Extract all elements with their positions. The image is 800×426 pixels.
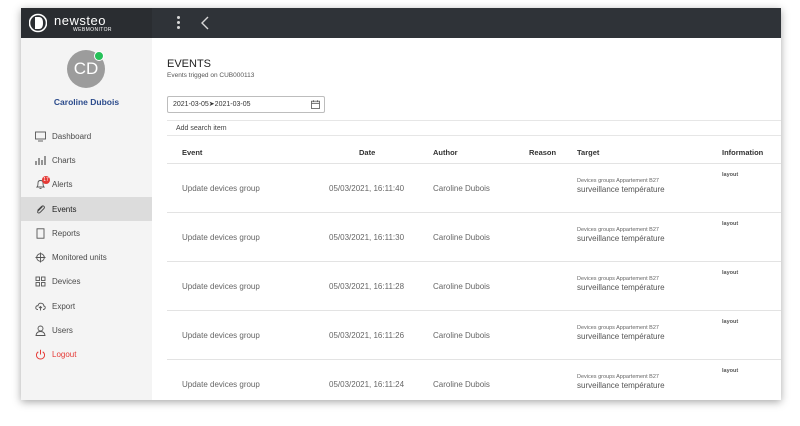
monitor-icon	[35, 131, 46, 142]
column-header-date[interactable]: Date	[359, 142, 375, 164]
power-icon	[35, 350, 46, 360]
author-cell: Caroline Dubois	[433, 281, 490, 291]
information-cell: layout	[722, 269, 739, 276]
target-name: surveillance température	[577, 233, 665, 243]
table-row[interactable]: Update devices group 05/03/2021, 16:11:2…	[167, 311, 781, 360]
newsteo-logo-icon	[29, 13, 47, 33]
sidebar-item-devices[interactable]: Devices	[21, 270, 152, 294]
table-row[interactable]: Update devices group 05/03/2021, 16:11:3…	[167, 213, 781, 262]
column-header-event[interactable]: Event	[182, 142, 202, 164]
search-input[interactable]: Add search item	[167, 120, 781, 136]
brand[interactable]: newsteo WEBMONITOR	[21, 8, 152, 38]
calendar-icon[interactable]	[311, 100, 320, 109]
sidebar-item-label: Export	[52, 301, 76, 311]
column-header-reason[interactable]: Reason	[529, 142, 556, 164]
sidebar-item-label: Users	[52, 326, 73, 336]
cloud-upload-icon	[35, 302, 46, 311]
target-cell: Devices groups Appartement B27 surveilla…	[577, 178, 665, 194]
table-header: Event Date Author Reason Target Informat…	[167, 142, 781, 164]
document-icon	[36, 228, 45, 239]
author-cell: Caroline Dubois	[433, 379, 490, 389]
sidebar-item-label: Monitored units	[52, 253, 107, 263]
information-cell: layout	[722, 367, 739, 374]
target-cell: Devices groups Appartement B27 surveilla…	[577, 227, 665, 243]
information-cell: layout	[722, 220, 739, 227]
author-cell: Caroline Dubois	[433, 232, 490, 242]
sidebar-item-label: Events	[52, 204, 77, 214]
sidebar-item-charts[interactable]: Charts	[21, 148, 152, 172]
sidebar-item-reports[interactable]: Reports	[21, 221, 152, 245]
page-title: EVENTS	[167, 58, 212, 70]
chevron-left-icon[interactable]	[199, 15, 213, 31]
target-name: surveillance température	[577, 331, 665, 341]
target-name: surveillance température	[577, 282, 665, 292]
date-cell: 05/03/2021, 16:11:26	[329, 330, 405, 340]
bar-chart-icon	[35, 155, 46, 165]
more-menu-button[interactable]	[173, 14, 183, 32]
target-group: Devices groups Appartement B27	[577, 275, 659, 282]
event-cell: Update devices group	[182, 379, 260, 389]
author-cell: Caroline Dubois	[433, 184, 490, 193]
target-group: Devices groups Appartement B27	[577, 324, 659, 331]
brand-name: newsteo	[54, 13, 106, 28]
table-row[interactable]: Update devices group 05/03/2021, 16:11:2…	[167, 360, 781, 400]
user-icon	[35, 325, 46, 336]
sidebar-item-monitored-units[interactable]: Monitored units	[21, 245, 152, 269]
table-row[interactable]: Update devices group 05/03/2021, 16:11:2…	[167, 262, 781, 311]
date-range-value: 2021-03-05➤2021-03-05	[173, 101, 251, 108]
sidebar-nav: Dashboard Charts 17 Alerts Events Report…	[21, 124, 152, 367]
page-subtitle: Events trigged on CUB000113	[167, 72, 255, 79]
user-name[interactable]: Caroline Dubois	[21, 97, 152, 107]
target-group: Devices groups Appartement B27	[577, 373, 659, 380]
crosshair-icon	[35, 252, 46, 263]
sidebar-item-label: Reports	[52, 228, 81, 238]
app-window: newsteo WEBMONITOR CD Caroline Dubois Da…	[21, 8, 781, 400]
sidebar-item-events[interactable]: Events	[21, 196, 152, 222]
date-cell: 05/03/2021, 16:11:28	[329, 281, 405, 291]
date-cell: 05/03/2021, 16:11:30	[329, 232, 405, 242]
brand-subtitle: WEBMONITOR	[73, 27, 112, 33]
column-header-information[interactable]: Information	[722, 142, 763, 164]
sidebar-item-users[interactable]: Users	[21, 318, 152, 342]
sidebar-item-logout[interactable]: Logout	[21, 343, 152, 367]
sidebar-item-label: Charts	[52, 155, 76, 165]
sidebar-item-alerts[interactable]: 17 Alerts	[21, 173, 152, 197]
information-cell: layout	[722, 318, 739, 325]
sidebar-item-export[interactable]: Export	[21, 294, 152, 318]
sidebar-item-label: Dashboard	[52, 131, 92, 141]
author-cell: Caroline Dubois	[433, 330, 490, 340]
event-cell: Update devices group	[182, 232, 260, 242]
sidebar-item-label: Logout	[52, 350, 77, 360]
column-header-target[interactable]: Target	[577, 142, 599, 164]
table-row[interactable]: Update devices group 05/03/2021, 16:11:4…	[167, 164, 781, 213]
target-name: surveillance température	[577, 380, 665, 390]
target-group: Devices groups Appartement B27	[577, 226, 659, 233]
target-cell: Devices groups Appartement B27 surveilla…	[577, 374, 665, 390]
information-cell: layout	[722, 172, 739, 178]
events-table-body: Update devices group 05/03/2021, 16:11:4…	[167, 164, 781, 400]
sidebar-item-dashboard[interactable]: Dashboard	[21, 124, 152, 148]
online-status-dot	[94, 51, 104, 61]
event-cell: Update devices group	[182, 281, 260, 291]
top-bar: newsteo WEBMONITOR	[21, 8, 781, 38]
target-cell: Devices groups Appartement B27 surveilla…	[577, 276, 665, 292]
event-cell: Update devices group	[182, 184, 260, 193]
alerts-count-badge: 17	[42, 175, 50, 184]
sidebar-item-label: Alerts	[52, 180, 73, 190]
main-content: EVENTS Events trigged on CUB000113 2021-…	[152, 38, 781, 400]
target-name: surveillance température	[577, 185, 665, 194]
event-cell: Update devices group	[182, 330, 260, 340]
grid-icon	[35, 276, 46, 287]
target-cell: Devices groups Appartement B27 surveilla…	[577, 325, 665, 341]
target-group: Devices groups Appartement B27	[577, 178, 659, 184]
column-header-author[interactable]: Author	[433, 142, 458, 164]
sidebar: CD Caroline Dubois Dashboard Charts 17 A…	[21, 38, 152, 400]
date-cell: 05/03/2021, 16:11:24	[329, 379, 405, 389]
paperclip-icon	[37, 204, 45, 214]
date-cell: 05/03/2021, 16:11:40	[329, 184, 405, 193]
date-range-picker[interactable]: 2021-03-05➤2021-03-05	[167, 96, 325, 113]
sidebar-item-label: Devices	[52, 277, 81, 287]
